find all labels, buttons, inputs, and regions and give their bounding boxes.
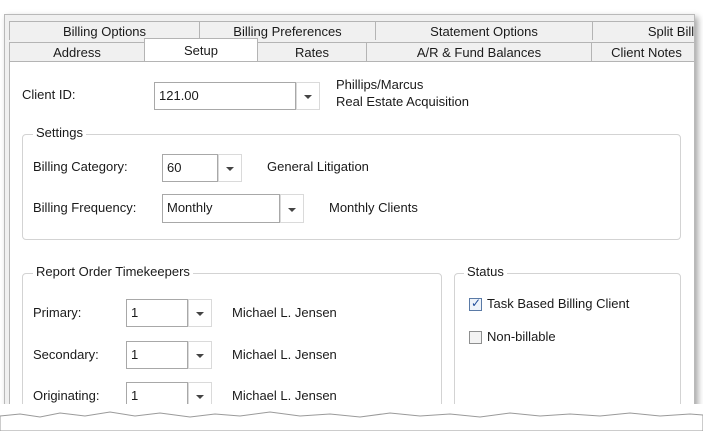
tab-statement-options[interactable]: Statement Options — [375, 21, 593, 40]
client-id-label: Client ID: — [22, 87, 76, 102]
primary-timekeeper-input[interactable]: 1 — [126, 299, 188, 327]
billing-frequency-input[interactable]: Monthly — [162, 194, 280, 223]
primary-timekeeper-label: Primary: — [33, 305, 82, 320]
primary-timekeeper-dropdown-button[interactable] — [188, 299, 212, 327]
secondary-timekeeper-label: Secondary: — [33, 347, 99, 362]
status-group — [454, 273, 681, 414]
tab-split-billing[interactable]: Split Billi — [592, 21, 694, 40]
originating-timekeeper-name: Michael L. Jensen — [232, 388, 337, 403]
client-matter: Real Estate Acquisition — [336, 94, 469, 109]
tab-ar-fund-balances[interactable]: A/R & Fund Balances — [366, 42, 592, 61]
task-based-billing-label[interactable]: Task Based Billing Client — [487, 296, 629, 311]
torn-edge-decoration — [0, 404, 703, 431]
primary-timekeeper-name: Michael L. Jensen — [232, 305, 337, 320]
chevron-down-icon — [196, 312, 204, 316]
billing-category-input[interactable]: 60 — [162, 154, 218, 182]
non-billable-checkbox[interactable] — [469, 331, 482, 344]
secondary-timekeeper-dropdown-button[interactable] — [188, 341, 212, 369]
setup-panel: Client ID: 121.00 Phillips/Marcus Real E… — [9, 61, 694, 414]
non-billable-label[interactable]: Non-billable — [487, 329, 556, 344]
tab-address[interactable]: Address — [9, 42, 145, 61]
originating-timekeeper-label: Originating: — [33, 388, 100, 403]
billing-frequency-label: Billing Frequency: — [33, 200, 137, 215]
chevron-down-icon — [288, 207, 296, 212]
billing-category-description: General Litigation — [267, 159, 369, 174]
secondary-timekeeper-name: Michael L. Jensen — [232, 347, 337, 362]
client-id-input[interactable]: 121.00 — [154, 82, 296, 110]
chevron-down-icon — [226, 167, 234, 171]
tab-rates[interactable]: Rates — [257, 42, 367, 61]
billing-category-dropdown-button[interactable] — [218, 154, 242, 182]
chevron-down-icon — [304, 95, 312, 99]
secondary-timekeeper-input[interactable]: 1 — [126, 341, 188, 369]
status-group-title: Status — [464, 264, 507, 279]
billing-frequency-description: Monthly Clients — [329, 200, 418, 215]
client-name: Phillips/Marcus — [336, 77, 424, 92]
billing-frequency-dropdown-button[interactable] — [280, 194, 304, 223]
chevron-down-icon — [196, 354, 204, 358]
client-setup-window: Billing Options Billing Preferences Stat… — [4, 14, 695, 415]
timekeepers-group-title: Report Order Timekeepers — [33, 264, 193, 279]
chevron-down-icon — [196, 395, 204, 399]
checkmark-icon: ✓ — [471, 296, 482, 310]
client-id-dropdown-button[interactable] — [296, 82, 320, 110]
task-based-billing-checkbox[interactable]: ✓ — [469, 296, 482, 311]
settings-group-title: Settings — [33, 125, 86, 140]
settings-group — [22, 134, 681, 240]
tab-setup[interactable]: Setup — [144, 38, 258, 61]
tab-client-notes[interactable]: Client Notes — [591, 42, 694, 61]
billing-category-label: Billing Category: — [33, 159, 128, 174]
